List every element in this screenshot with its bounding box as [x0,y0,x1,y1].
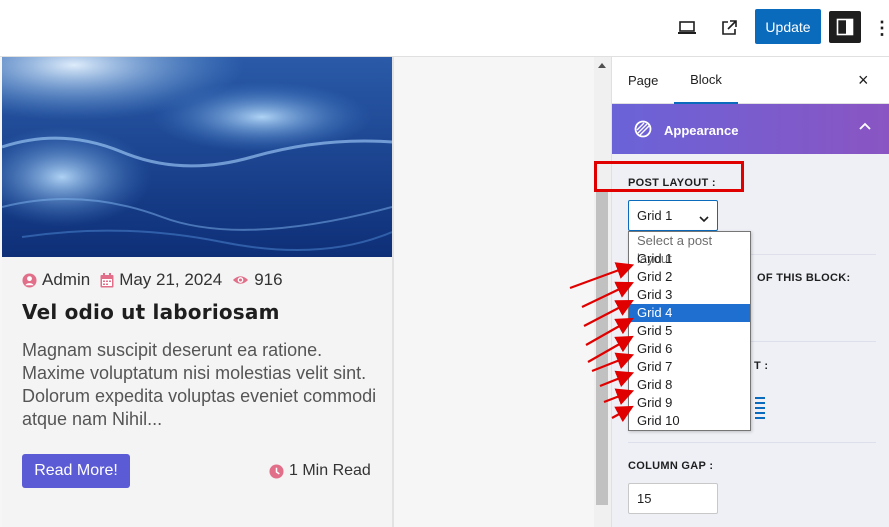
dropdown-option-grid-7[interactable]: Grid 7 [629,358,750,376]
post-title[interactable]: Vel odio ut laboriosam [22,300,280,324]
post-layout-value: Grid 1 [637,208,673,223]
tab-page[interactable]: Page [628,57,658,104]
dropdown-option-grid-10[interactable]: Grid 10 [629,412,750,430]
close-icon[interactable]: × [858,70,869,91]
appearance-label: Appearance [664,123,739,138]
user-icon [22,272,37,288]
setting-label-partial: OF THIS BLOCK: [757,272,851,284]
dropdown-option-grid-4[interactable]: Grid 4 [629,304,750,322]
dropdown-placeholder: Select a post layout [637,233,713,266]
dropdown-option-grid-8[interactable]: Grid 8 [629,376,750,394]
dropdown-option-grid-2[interactable]: Grid 2 [629,268,750,286]
editor-canvas: Admin May 21, 2024 916 Vel odio ut labor… [0,57,611,527]
column-gap-label: COLUMN GAP : [628,460,714,472]
calendar-icon [100,272,114,288]
list-layout-icon[interactable] [748,392,772,422]
column-divider [392,57,394,527]
editor-window: Update ⋮ Admin May 21, 2024 916 Vel odio… [0,0,889,527]
post-layout-dropdown[interactable]: Select a post layout Grid 1 Grid 2 Grid … [628,231,751,431]
post-meta: Admin May 21, 2024 916 [22,270,293,290]
editor-toolbar: Update ⋮ [0,0,889,57]
post-date: May 21, 2024 [119,270,223,289]
scroll-up-icon[interactable] [598,63,606,68]
update-button[interactable]: Update [755,9,821,44]
chevron-up-icon[interactable] [858,120,872,139]
clock-icon [269,463,284,479]
post-excerpt: Magnam suscipit deserunt ea ratione. Max… [22,340,377,429]
canvas-scrollbar[interactable] [594,57,611,527]
setting-label-partial-2: T : [754,360,769,372]
dropdown-option-grid-6[interactable]: Grid 6 [629,340,750,358]
desktop-view-icon[interactable] [673,14,701,42]
sidebar-toggle-icon[interactable] [829,11,861,43]
tab-block[interactable]: Block [674,57,738,104]
dropdown-option-grid-1[interactable]: Grid 1 [629,250,750,268]
dropdown-option-grid-3[interactable]: Grid 3 [629,286,750,304]
read-time-text: 1 Min Read [289,462,371,479]
post-views: 916 [254,270,283,289]
read-more-button[interactable]: Read More! [22,454,130,488]
read-time: 1 Min Read [269,462,371,480]
appearance-panel-header[interactable]: Appearance [612,104,889,154]
annotation-highlight-box [594,161,744,192]
column-gap-input[interactable]: 15 [628,483,718,514]
more-options-icon[interactable]: ⋮ [873,14,889,42]
appearance-icon [634,120,652,143]
external-link-icon[interactable] [715,14,743,42]
scroll-thumb[interactable] [596,189,608,505]
post-author[interactable]: Admin [42,270,90,290]
dropdown-option-grid-5[interactable]: Grid 5 [629,322,750,340]
divider [628,442,876,443]
chevron-down-icon [699,211,709,226]
sidebar-tabs: Page Block × [612,57,889,104]
post-card[interactable]: Admin May 21, 2024 916 Vel odio ut labor… [2,57,392,527]
post-layout-select[interactable]: Grid 1 [628,200,718,231]
dropdown-option-grid-9[interactable]: Grid 9 [629,394,750,412]
eye-icon [232,274,249,286]
post-featured-image [2,57,392,257]
